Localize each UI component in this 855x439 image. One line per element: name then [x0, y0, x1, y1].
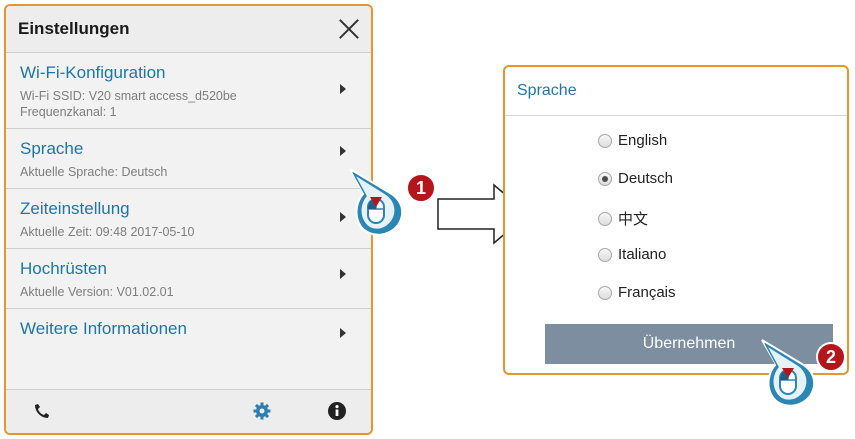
chevron-right-icon	[340, 84, 346, 94]
menu-item-sub: Frequenzkanal: 1	[20, 105, 117, 119]
language-option-label: 中文	[618, 211, 649, 228]
settings-panel: Einstellungen Wi-Fi-Konfiguration Wi-Fi …	[4, 4, 373, 435]
chevron-right-icon	[340, 146, 346, 156]
language-dialog: Sprache English Deutsch 中文 Italiano Fran…	[503, 65, 849, 375]
mouse-cursor-callout-1: 1	[340, 163, 440, 248]
menu-item-sub: Wi-Fi SSID: V20 smart access_d520be	[20, 89, 237, 103]
info-icon[interactable]	[327, 401, 347, 426]
language-option-deutsch[interactable]: Deutsch	[598, 170, 673, 187]
chevron-right-icon	[340, 328, 346, 338]
chevron-right-icon	[340, 269, 346, 279]
language-option-italiano[interactable]: Italiano	[598, 246, 666, 263]
language-option-label: English	[618, 132, 668, 149]
settings-footer	[6, 389, 371, 433]
menu-item-more-info[interactable]: Weitere Informationen	[6, 309, 371, 353]
menu-item-label: Zeiteinstellung	[20, 199, 130, 218]
radio-button-selected[interactable]	[598, 171, 612, 186]
language-option-label: Italiano	[618, 246, 667, 263]
menu-item-label: Wi-Fi-Konfiguration	[20, 63, 166, 82]
settings-header: Einstellungen	[6, 6, 371, 53]
settings-title: Einstellungen	[18, 19, 130, 38]
radio-button[interactable]	[598, 247, 612, 262]
menu-item-label: Weitere Informationen	[20, 319, 187, 338]
close-icon[interactable]	[337, 17, 361, 41]
menu-item-sub: Aktuelle Zeit: 09:48 2017-05-10	[20, 225, 195, 239]
language-dialog-title: Sprache	[505, 67, 847, 116]
menu-item-label: Sprache	[20, 139, 84, 158]
language-option-francais[interactable]: Français	[598, 284, 676, 301]
menu-item-upgrade[interactable]: Hochrüsten Aktuelle Version: V01.02.01	[6, 249, 371, 309]
menu-item-sub: Aktuelle Version: V01.02.01	[20, 285, 174, 299]
menu-item-label: Hochrüsten	[20, 259, 107, 278]
menu-item-sub: Aktuelle Sprache: Deutsch	[20, 165, 168, 179]
radio-button[interactable]	[598, 285, 612, 300]
menu-item-language[interactable]: Sprache Aktuelle Sprache: Deutsch	[6, 129, 371, 189]
language-option-label: Deutsch	[618, 170, 674, 187]
language-option-english[interactable]: English	[598, 132, 667, 149]
menu-item-time[interactable]: Zeiteinstellung Aktuelle Zeit: 09:48 201…	[6, 189, 371, 249]
menu-item-wifi[interactable]: Wi-Fi-Konfiguration Wi-Fi SSID: V20 smar…	[6, 53, 371, 129]
phone-icon[interactable]	[32, 401, 52, 426]
language-option-label: Français	[618, 284, 676, 301]
callout-badge-1: 1	[406, 173, 436, 203]
radio-button[interactable]	[598, 211, 612, 226]
mouse-cursor-callout-2: 2	[752, 334, 852, 419]
radio-button[interactable]	[598, 133, 612, 148]
language-option-chinese[interactable]: 中文	[598, 208, 648, 229]
gear-icon[interactable]	[252, 401, 272, 426]
callout-badge-2: 2	[816, 342, 846, 372]
